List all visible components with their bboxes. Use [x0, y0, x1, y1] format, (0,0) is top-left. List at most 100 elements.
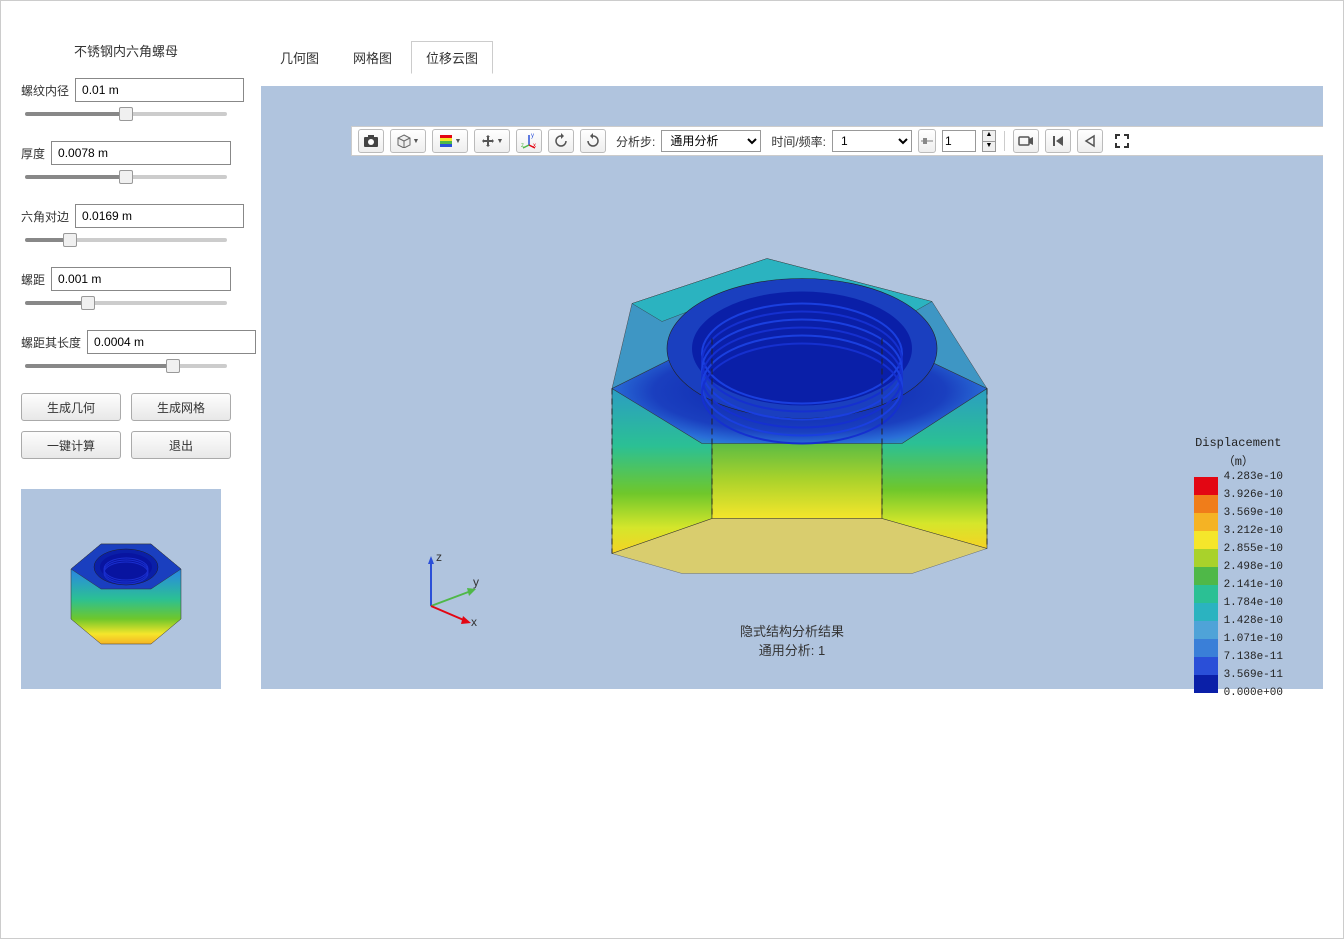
param-label: 螺纹内径 [21, 82, 69, 99]
preview-viewport[interactable] [21, 489, 221, 689]
param-label: 螺距其长度 [21, 334, 81, 351]
result-line-1: 隐式结构分析结果 [740, 621, 844, 640]
tab-0[interactable]: 几何图 [265, 41, 334, 74]
sidebar-title: 不锈钢内六角螺母 [21, 41, 231, 60]
legend-swatch [1194, 513, 1218, 531]
param-label: 螺距 [21, 271, 45, 288]
spinner-down-button[interactable]: ▼ [982, 142, 996, 153]
legend-value: 2.855e-10 [1224, 540, 1283, 558]
slider-toggle-button[interactable] [918, 129, 936, 153]
param-input-2[interactable] [75, 204, 244, 228]
pan-button[interactable]: ▼ [474, 129, 510, 153]
action-buttons: 生成几何 生成网格 一键计算 退出 [21, 393, 231, 459]
camera-icon [363, 134, 379, 148]
legend-swatch [1194, 657, 1218, 675]
legend-value: 1.784e-10 [1224, 594, 1283, 612]
generate-mesh-button[interactable]: 生成网格 [131, 393, 231, 421]
legend-value: 1.071e-10 [1224, 630, 1283, 648]
legend-swatch [1194, 621, 1218, 639]
tab-2[interactable]: 位移云图 [411, 41, 493, 74]
color-legend: Displacement （m） 4.283e-103.926e-103.569… [1194, 436, 1283, 702]
param-label: 厚度 [21, 145, 45, 162]
chevron-down-icon: ▼ [497, 138, 504, 145]
slider-icon [921, 136, 933, 146]
generate-geometry-button[interactable]: 生成几何 [21, 393, 121, 421]
param-label: 六角对边 [21, 208, 69, 225]
param-row: 厚度 [21, 141, 231, 165]
legend-value: 2.141e-10 [1224, 576, 1283, 594]
svg-text:x: x [533, 143, 536, 149]
legend-value: 3.569e-10 [1224, 504, 1283, 522]
go-first-button[interactable] [1045, 129, 1071, 153]
param-input-3[interactable] [51, 267, 231, 291]
result-line-2: 通用分析: 1 [740, 640, 844, 659]
legend-value: 4.283e-10 [1224, 468, 1283, 486]
colormap-button[interactable]: ▼ [432, 129, 468, 153]
param-row: 螺纹内径 [21, 78, 231, 102]
analysis-step-select[interactable]: 通用分析 [661, 130, 761, 152]
param-input-4[interactable] [87, 330, 256, 354]
legend-swatch [1194, 567, 1218, 585]
screenshot-button[interactable] [358, 129, 384, 153]
one-click-calc-button[interactable]: 一键计算 [21, 431, 121, 459]
legend-value: 0.000e+00 [1224, 684, 1283, 702]
param-input-0[interactable] [75, 78, 244, 102]
param-row: 六角对边 [21, 204, 231, 228]
time-freq-label: 时间/频率: [771, 133, 826, 150]
tab-1[interactable]: 网格图 [338, 41, 407, 74]
sidebar: 不锈钢内六角螺母 螺纹内径 厚度 六角对边 螺距 螺距其长度 生成几何 生成网格… [21, 41, 231, 689]
main-area: 几何图网格图位移云图 ▼ ▼ ▼ [261, 41, 1323, 689]
param-slider-row [21, 232, 231, 251]
legend-value: 3.926e-10 [1224, 486, 1283, 504]
legend-values: 4.283e-103.926e-103.569e-103.212e-102.85… [1218, 468, 1283, 702]
preview-nut-render [21, 489, 221, 689]
param-list: 螺纹内径 厚度 六角对边 螺距 螺距其长度 [21, 78, 231, 377]
axis-z-label: z [436, 550, 442, 564]
spinner-up-button[interactable]: ▲ [982, 130, 996, 142]
legend-value: 1.428e-10 [1224, 612, 1283, 630]
param-slider-1[interactable] [25, 169, 227, 185]
legend-unit: （m） [1194, 452, 1283, 469]
axis-triad: z y x [411, 546, 491, 629]
param-row: 螺距其长度 [21, 330, 231, 354]
svg-text:z: z [521, 143, 524, 149]
axis-y-label: y [473, 575, 479, 589]
rotate-cw-button[interactable] [580, 129, 606, 153]
legend-value: 3.569e-11 [1224, 666, 1283, 684]
svg-text:y: y [531, 133, 534, 139]
time-freq-select[interactable]: 1 [832, 130, 912, 152]
param-slider-row [21, 169, 231, 188]
param-slider-2[interactable] [25, 232, 227, 248]
legend-value: 3.212e-10 [1224, 522, 1283, 540]
param-slider-3[interactable] [25, 295, 227, 311]
nut-3d-render [532, 173, 1052, 626]
param-slider-row [21, 106, 231, 125]
param-slider-0[interactable] [25, 106, 227, 122]
axes-toggle-button[interactable]: y x z [516, 129, 542, 153]
fullscreen-button[interactable] [1109, 129, 1135, 153]
rotate-ccw-button[interactable] [548, 129, 574, 153]
legend-swatch [1194, 639, 1218, 657]
legend-swatch [1194, 675, 1218, 693]
viewport-toolbar: ▼ ▼ ▼ y x z [351, 126, 1323, 156]
legend-swatch [1194, 495, 1218, 513]
record-button[interactable] [1013, 129, 1039, 153]
chevron-down-icon: ▼ [413, 138, 420, 145]
expand-icon [1115, 134, 1129, 148]
rotate-cw-icon [585, 133, 601, 149]
result-caption: 隐式结构分析结果 通用分析: 1 [740, 621, 844, 659]
colormap-icon [439, 134, 453, 148]
main-viewport[interactable]: ▼ ▼ ▼ y x z [261, 86, 1323, 689]
param-slider-row [21, 358, 231, 377]
rotate-ccw-icon [553, 133, 569, 149]
param-input-1[interactable] [51, 141, 231, 165]
view-cube-button[interactable]: ▼ [390, 129, 426, 153]
step-back-icon [1083, 134, 1097, 148]
analysis-step-label: 分析步: [616, 133, 655, 150]
frame-spinner[interactable] [942, 130, 976, 152]
legend-value: 2.498e-10 [1224, 558, 1283, 576]
legend-swatch [1194, 603, 1218, 621]
param-slider-4[interactable] [25, 358, 227, 374]
exit-button[interactable]: 退出 [131, 431, 231, 459]
step-back-button[interactable] [1077, 129, 1103, 153]
